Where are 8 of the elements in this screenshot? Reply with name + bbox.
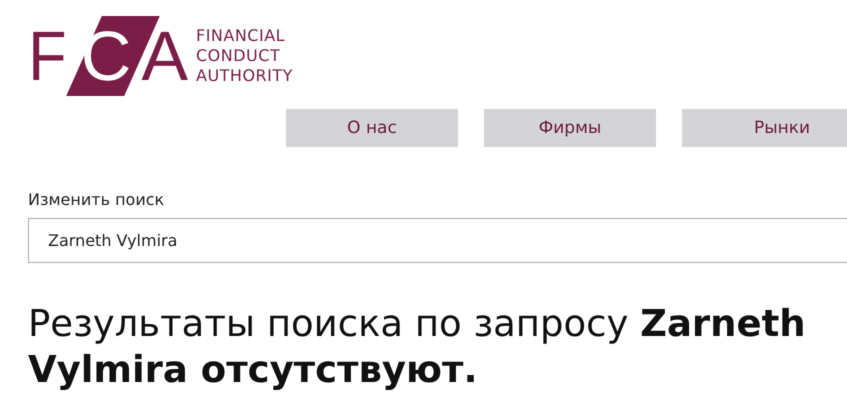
result-heading: Результаты поиска по запросу Zarneth Vylmira отсутствуют.: [28, 301, 807, 393]
search-field[interactable]: Zarneth Vylmira: [28, 218, 847, 263]
nav-button[interactable]: Фирмы: [484, 109, 656, 147]
nav-button[interactable]: О нас: [286, 109, 458, 147]
logo-mark: F CA: [24, 16, 190, 96]
search-label: Изменить поиск: [28, 190, 166, 209]
logo-text: FINANCIAL CONDUCT AUTHORITY: [196, 26, 293, 86]
nav-button[interactable]: Рынки: [682, 109, 847, 147]
